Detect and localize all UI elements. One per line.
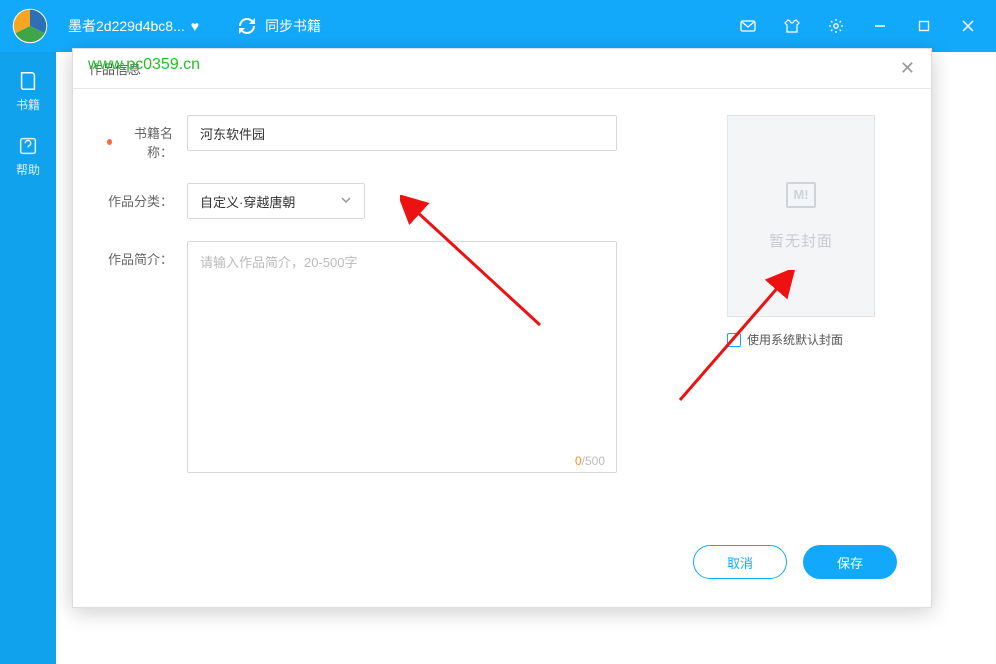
cover-preview[interactable]: M! 暂无封面 (727, 115, 875, 317)
checkbox-icon: ✓ (727, 333, 741, 347)
titlebar-icons (734, 12, 996, 40)
form-column: 书籍名称： 作品分类： 自定义·穿越唐朝 作品简介： (107, 115, 687, 500)
cover-m-icon: M! (786, 182, 816, 208)
summary-label: 作品简介： (107, 241, 187, 268)
user-name-text: 墨者2d229d4bc8... (68, 16, 185, 36)
sidebar-item-help[interactable]: 帮助 (16, 135, 40, 178)
category-label: 作品分类： (107, 183, 187, 210)
settings-icon[interactable] (822, 12, 850, 40)
row-summary: 作品简介： 0/500 (107, 241, 687, 478)
refresh-icon (239, 18, 255, 34)
summary-textarea[interactable] (187, 241, 617, 473)
sync-button[interactable]: 同步书籍 (239, 16, 321, 36)
sidebar-item-books[interactable]: 书籍 (16, 70, 40, 113)
required-dot (107, 139, 112, 145)
book-icon (17, 70, 39, 92)
modal-close-icon[interactable]: ✕ (900, 58, 915, 79)
book-name-label: 书籍名称： (107, 115, 187, 161)
sidebar: 书籍 帮助 (0, 52, 56, 664)
user-label[interactable]: 墨者2d229d4bc8... ♥ (68, 16, 199, 36)
char-counter: 0/500 (575, 454, 605, 468)
help-icon (17, 135, 39, 157)
modal-header: 作品信息 ✕ (73, 49, 931, 89)
heart-icon: ♥ (191, 18, 199, 34)
sync-label: 同步书籍 (265, 16, 321, 36)
modal-footer: 取消 保存 (693, 545, 897, 579)
counter-max: /500 (582, 454, 605, 468)
titlebar: 墨者2d229d4bc8... ♥ 同步书籍 (0, 0, 996, 52)
use-default-cover-label: 使用系统默认封面 (747, 331, 843, 348)
save-button[interactable]: 保存 (803, 545, 897, 579)
minimize-button[interactable] (866, 12, 894, 40)
category-value: 自定义·穿越唐朝 (200, 192, 295, 211)
book-name-input[interactable] (187, 115, 617, 151)
row-category: 作品分类： 自定义·穿越唐朝 (107, 183, 687, 219)
counter-current: 0 (575, 454, 582, 468)
category-select[interactable]: 自定义·穿越唐朝 (187, 183, 365, 219)
cancel-button[interactable]: 取消 (693, 545, 787, 579)
use-default-cover-checkbox[interactable]: ✓ 使用系统默认封面 (727, 331, 897, 348)
watermark-bottom: www.ucbug.cc (829, 628, 982, 654)
cover-column: M! 暂无封面 ✓ 使用系统默认封面 (727, 115, 897, 500)
sidebar-books-label: 书籍 (16, 96, 40, 113)
cover-no-text: 暂无封面 (769, 230, 833, 251)
close-button[interactable] (954, 12, 982, 40)
shirt-icon[interactable] (778, 12, 806, 40)
sidebar-help-label: 帮助 (16, 161, 40, 178)
app-logo (8, 4, 52, 48)
chevron-down-icon (340, 194, 352, 209)
maximize-button[interactable] (910, 12, 938, 40)
watermark-green: www.pc0359.cn (88, 56, 200, 74)
row-book-name: 书籍名称： (107, 115, 687, 161)
mail-icon[interactable] (734, 12, 762, 40)
summary-wrap: 0/500 (187, 241, 617, 478)
modal-work-info: 作品信息 ✕ 书籍名称： 作品分类： 自定义·穿越唐朝 (72, 48, 932, 608)
modal-body: 书籍名称： 作品分类： 自定义·穿越唐朝 作品简介： (73, 89, 931, 526)
